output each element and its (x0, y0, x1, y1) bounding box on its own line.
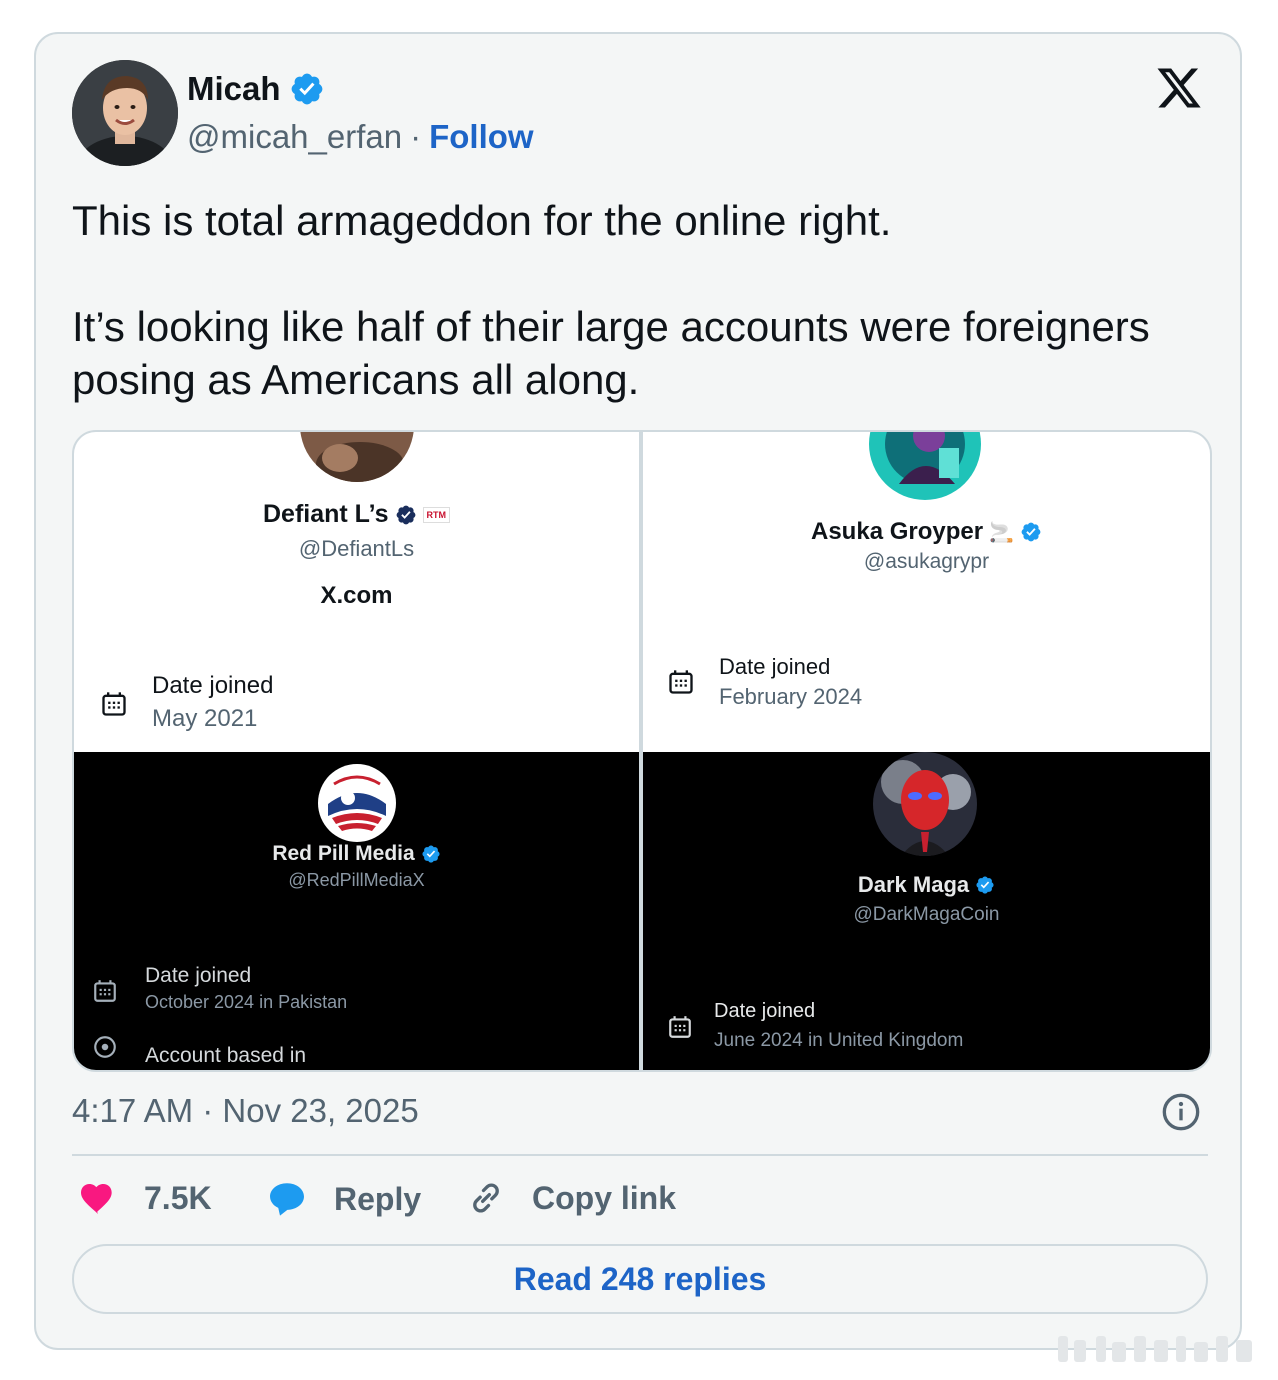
asuka-date-joined-value: February 2024 (719, 684, 863, 709)
defiant-name-row: Defiant L’s RTM (74, 500, 639, 529)
read-replies-button[interactable]: Read 248 replies (72, 1244, 1208, 1314)
redpill-name-row: Red Pill Media (74, 842, 639, 866)
cigarette-emoji: 🚬 (989, 521, 1014, 544)
redpill-handle: @RedPillMediaX (288, 870, 425, 890)
calendar-icon (102, 692, 126, 716)
author-handle[interactable]: @micah_erfan (187, 118, 402, 156)
info-icon[interactable] (1161, 1092, 1201, 1132)
defiant-date-joined-label: Date joined (152, 672, 274, 699)
link-icon (473, 1183, 499, 1213)
author-handle-row: @micah_erfan · Follow (187, 118, 534, 156)
like-button[interactable]: 7.5K (78, 1178, 212, 1218)
copy-link-label: Copy link (532, 1179, 677, 1216)
asuka-name-row: Asuka Groyper 🚬 (643, 518, 1210, 546)
media-panel-defiant[interactable]: Defiant L’s RTM @DefiantLs X.com Date jo… (74, 432, 639, 752)
like-count: 7.5K (144, 1179, 212, 1216)
tweet-card: Micah @micah_erfan · Follow This is tota… (34, 32, 1242, 1350)
calendar-icon (94, 980, 116, 1002)
darkmaga-name: Dark Maga (857, 872, 970, 897)
media-panel-asuka[interactable]: Asuka Groyper 🚬 @asukagrypr Date joined … (643, 432, 1210, 752)
asuka-date-joined-label: Date joined (719, 654, 831, 679)
reply-label: Reply (334, 1180, 422, 1217)
follow-button[interactable]: Follow (429, 118, 533, 156)
redpill-date-joined-label: Date joined (145, 964, 252, 987)
defiant-name: Defiant L’s (263, 500, 389, 528)
copy-link-button[interactable]: Copy link (466, 1178, 676, 1218)
watermark-logo (1058, 1336, 1252, 1362)
redpill-verified-icon (422, 845, 440, 863)
asuka-handle: @asukagrypr (863, 550, 990, 573)
calendar-icon (669, 670, 693, 694)
author-avatar[interactable] (72, 60, 178, 166)
reply-button[interactable]: Reply (266, 1178, 421, 1220)
darkmaga-name-row: Dark Maga (643, 872, 1210, 898)
tweet-text: This is total armageddon for the online … (72, 197, 1150, 403)
redpill-name: Red Pill Media (272, 842, 415, 865)
defiant-date-joined-value: May 2021 (152, 705, 258, 732)
redpill-account-based-label: Account based in (145, 1044, 307, 1067)
verified-badge-icon (291, 73, 322, 105)
heart-icon (81, 1184, 112, 1214)
darkmaga-date-joined-label: Date joined (714, 1000, 816, 1022)
media-grid[interactable]: Defiant L’s RTM @DefiantLs X.com Date jo… (72, 430, 1212, 1072)
x-logo-icon[interactable] (1154, 64, 1204, 112)
defiant-handle: @DefiantLs (298, 536, 415, 561)
darkmaga-verified-icon (976, 876, 994, 894)
defiant-avatar (300, 432, 414, 482)
author-name-row[interactable]: Micah (187, 70, 325, 108)
media-panel-darkmaga[interactable]: Dark Maga @DarkMagaCoin Date joined June… (643, 752, 1210, 1070)
separator: · (410, 118, 422, 155)
tweet-timestamp[interactable]: 4:17 AM · Nov 23, 2025 (72, 1092, 419, 1130)
divider (72, 1154, 1208, 1156)
darkmaga-date-joined-value: June 2024 in United Kingdom (714, 1030, 964, 1051)
redpill-date-joined-value: October 2024 in Pakistan (145, 992, 348, 1012)
location-pin-icon (94, 1036, 116, 1058)
darkmaga-avatar (873, 752, 977, 856)
author-name[interactable]: Micah (187, 70, 281, 108)
asuka-verified-icon (1021, 522, 1041, 542)
darkmaga-handle: @DarkMagaCoin (853, 904, 1000, 925)
calendar-icon (669, 1016, 691, 1038)
reply-bubble-icon (270, 1183, 304, 1216)
redpill-avatar (318, 764, 396, 842)
asuka-name: Asuka Groyper (811, 518, 984, 545)
media-panel-redpill[interactable]: Red Pill Media @RedPillMediaX Date joine… (74, 752, 639, 1070)
rtm-badge: RTM (422, 506, 450, 523)
defiant-link[interactable]: X.com (74, 582, 639, 610)
defiant-verified-icon (396, 505, 415, 524)
asuka-avatar (869, 432, 981, 500)
